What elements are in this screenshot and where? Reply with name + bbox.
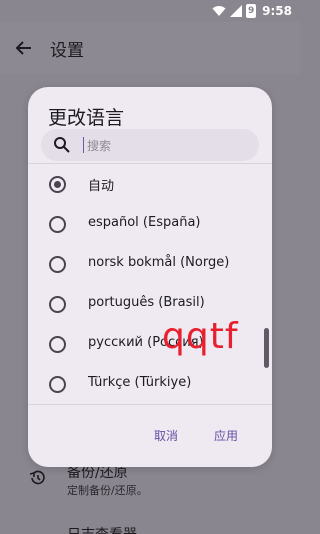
battery-icon: 9: [246, 4, 257, 18]
search-icon: [54, 137, 70, 153]
radio-button[interactable]: [49, 216, 66, 233]
radio-button[interactable]: [49, 256, 66, 273]
status-bar: 9 9:58: [0, 0, 300, 22]
dialog-actions: 取消 应用: [28, 421, 272, 451]
wifi-icon: [212, 6, 226, 16]
language-label: Türkçe (Türkiye): [88, 375, 192, 390]
settings-item-backup[interactable]: 备份/还原 定制备份/还原。: [0, 462, 300, 502]
settings-item-log[interactable]: 日志查看器: [0, 524, 300, 534]
battery-level: 9: [248, 6, 255, 16]
language-option-auto[interactable]: 自动: [28, 164, 264, 204]
scrollbar[interactable]: [264, 168, 269, 400]
radio-button[interactable]: [49, 176, 66, 193]
language-list[interactable]: 自动 español (España) norsk bokmål (Norge)…: [28, 163, 272, 405]
language-label: norsk bokmål (Norge): [88, 255, 230, 270]
apply-button[interactable]: 应用: [214, 427, 238, 444]
language-label: 自动: [88, 179, 115, 194]
back-arrow-icon[interactable]: [14, 38, 34, 58]
status-time: 9:58: [262, 4, 292, 18]
page-title: 设置: [50, 41, 84, 61]
language-label: español (España): [88, 215, 201, 230]
language-option-spanish[interactable]: español (España): [28, 204, 264, 244]
dialog-title: 更改语言: [48, 107, 125, 129]
scrollbar-thumb[interactable]: [264, 328, 269, 368]
status-icons: 9 9:58: [212, 3, 292, 19]
language-label: português (Brasil): [88, 295, 205, 310]
radio-button[interactable]: [49, 336, 66, 353]
backup-restore-icon: [29, 470, 45, 485]
settings-item-subtitle: 定制备份/还原。: [67, 484, 148, 497]
settings-item-title: 日志查看器: [67, 524, 137, 534]
language-option-turkish[interactable]: Türkçe (Türkiye): [28, 364, 264, 404]
text-cursor: [83, 137, 84, 153]
overlay-annotation-text: qqtf: [162, 316, 239, 357]
radio-button[interactable]: [49, 376, 66, 393]
change-language-dialog: 更改语言 自动 español (España) norsk bokmål (N…: [28, 87, 272, 467]
search-box[interactable]: [41, 129, 259, 161]
signal-icon: [230, 5, 243, 17]
app-bar: 设置: [0, 22, 300, 74]
cancel-button[interactable]: 取消: [154, 427, 178, 444]
search-input[interactable]: [85, 133, 249, 159]
radio-button[interactable]: [49, 296, 66, 313]
language-option-norwegian[interactable]: norsk bokmål (Norge): [28, 244, 264, 284]
